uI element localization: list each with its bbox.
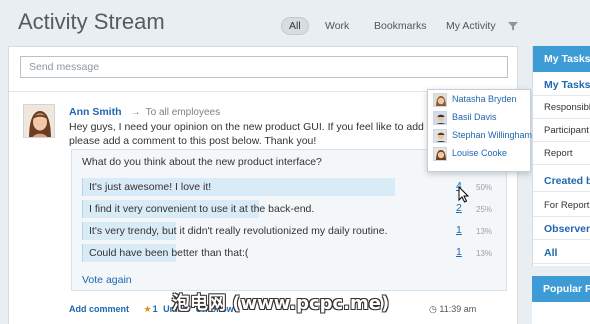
poll-option-percent: 50% — [476, 183, 493, 192]
post-audience: To all employees — [145, 107, 221, 118]
sidebar-item-created-by-me[interactable]: Created by me — [533, 170, 590, 192]
mouse-cursor-icon — [458, 186, 469, 203]
avatar — [433, 93, 447, 107]
poll-vote-count[interactable]: 1 — [456, 224, 462, 236]
sidebar-item-observer[interactable]: Observer — [533, 218, 590, 240]
clock-icon: ◷ — [429, 304, 437, 314]
voter-name[interactable]: Louise Cooke — [452, 148, 507, 158]
poll-option[interactable]: It's just awesome! I love it! — [82, 178, 442, 196]
poll-option-percent: 13% — [476, 249, 493, 258]
poll-option-percent: 25% — [476, 205, 493, 214]
poll-vote-count[interactable]: 1 — [456, 246, 462, 258]
tab-my-activity[interactable]: My Activity — [446, 17, 496, 35]
activity-feed: Send message Ann Smith → To all employee… — [8, 46, 519, 324]
popular-posts-header[interactable]: Popular Posts — [532, 276, 590, 302]
filter-icon[interactable] — [507, 20, 519, 32]
poll-option[interactable]: It's very trendy, but it didn't really r… — [82, 222, 442, 240]
sidebar-item-for-report[interactable]: For Report — [533, 195, 590, 217]
voter-name[interactable]: Natasha Bryden — [452, 94, 517, 104]
poll-option[interactable]: I find it very convenient to use it at t… — [82, 200, 442, 218]
poll-option-label: It's just awesome! I love it! — [89, 181, 212, 193]
arrow-right-icon: → — [130, 107, 141, 118]
author-name[interactable]: Ann Smith — [69, 106, 122, 118]
avatar — [433, 111, 447, 125]
avatar — [433, 129, 447, 143]
avatar — [433, 147, 447, 161]
poll-option-percent: 13% — [476, 227, 493, 236]
sidebar-item-my-tasks[interactable]: My Tasks — [533, 74, 590, 96]
poll-option-label: I find it very convenient to use it at t… — [89, 203, 315, 215]
poll-question: What do you think about the new product … — [82, 156, 322, 168]
send-message-input[interactable]: Send message — [20, 56, 508, 78]
vote-again-link[interactable]: Vote again — [82, 274, 132, 286]
post-time-text: 11:39 am — [439, 304, 477, 314]
tab-bookmarks[interactable]: Bookmarks — [374, 17, 427, 35]
watermark: 泡电网 (www.pcpc.me) — [172, 293, 390, 314]
sidebar-item-report[interactable]: Report — [533, 143, 590, 165]
star-icon[interactable]: ★ — [144, 304, 152, 314]
popular-posts-widget: Popular Posts — [532, 276, 590, 324]
poll-option[interactable]: Could have been better than that:( — [82, 244, 442, 262]
voters-popup: Natasha Bryden Basil Davis Stephan Willi… — [427, 89, 532, 172]
like-count[interactable]: 1 — [153, 304, 158, 314]
post-timestamp: ◷ 11:39 am — [429, 304, 476, 315]
sidebar-item-participant[interactable]: Participant — [533, 120, 590, 142]
poll-option-label: It's very trendy, but it didn't really r… — [89, 225, 388, 237]
my-tasks-widget: My Tasks My Tasks Responsible Participan… — [532, 46, 590, 266]
sidebar-item-responsible[interactable]: Responsible — [533, 97, 590, 119]
poll-vote-count[interactable]: 2 — [456, 202, 462, 214]
post-header: Ann Smith → To all employees — [69, 106, 220, 118]
add-comment-link[interactable]: Add comment — [69, 304, 129, 314]
voter-name[interactable]: Stephan Willingham — [452, 130, 532, 140]
sidebar-item-all[interactable]: All — [533, 242, 590, 264]
tab-all[interactable]: All — [281, 17, 309, 35]
page-header: Activity Stream All Work Bookmarks My Ac… — [0, 0, 590, 46]
my-tasks-header[interactable]: My Tasks — [533, 46, 590, 72]
author-avatar[interactable] — [23, 104, 55, 138]
tab-work[interactable]: Work — [325, 17, 349, 35]
poll-option-label: Could have been better than that:( — [89, 247, 249, 259]
voter-name[interactable]: Basil Davis — [452, 112, 497, 122]
page-title: Activity Stream — [18, 9, 165, 34]
